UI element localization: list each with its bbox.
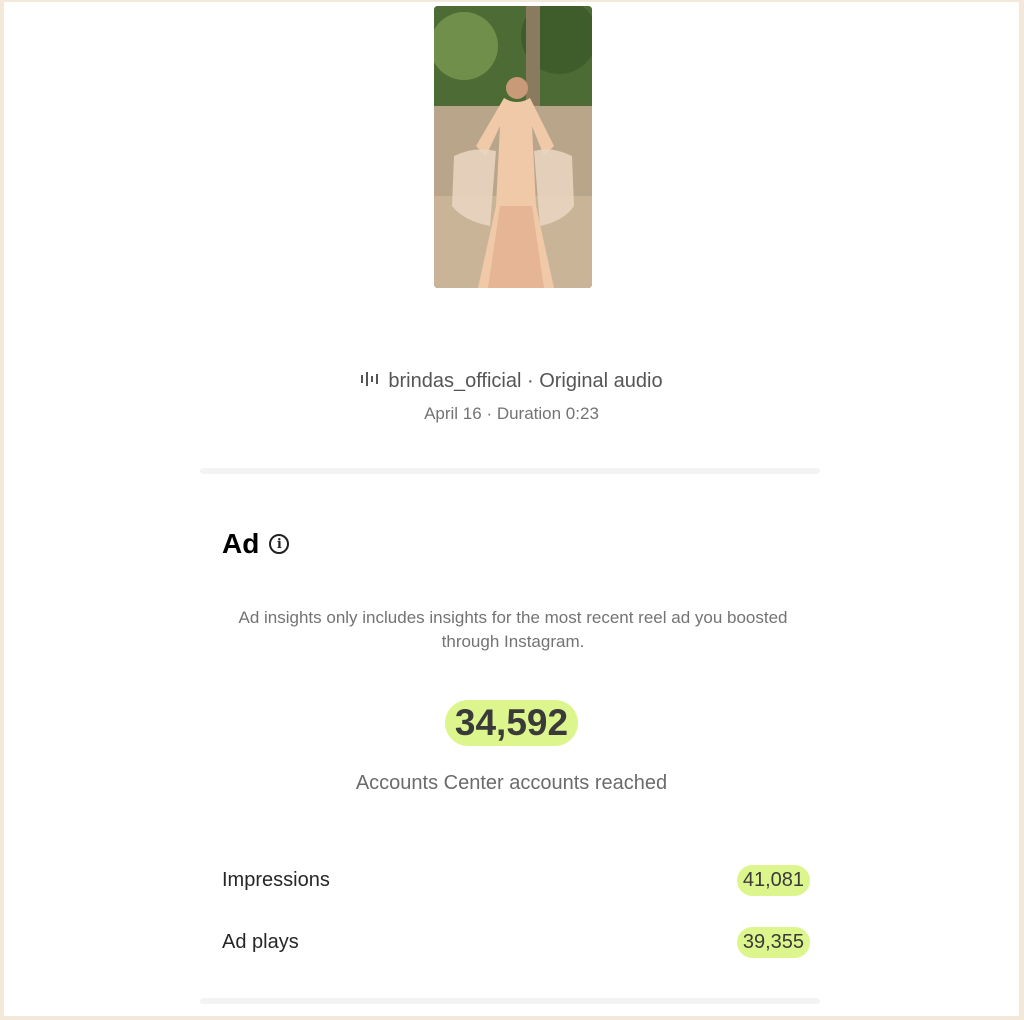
metric-row-impressions: Impressions 41,081 [222,865,810,896]
section-divider [200,468,820,474]
metric-value: 41,081 [736,865,810,896]
audio-info[interactable]: brindas_official · Original audio [4,370,1019,393]
ad-insights-note: Ad insights only includes insights for t… [238,608,788,651]
ad-section-title: Ad [222,528,260,559]
accounts-reached-metric: 34,592 [4,700,1019,746]
ad-section-header: Ad i [222,528,290,560]
metric-label: Ad plays [222,931,299,953]
metric-label: Impressions [222,869,330,891]
reel-thumbnail[interactable] [434,6,592,288]
metric-value: 39,355 [736,927,810,958]
reel-thumbnail-image [434,6,592,288]
audio-label: brindas_official · Original audio [388,370,663,392]
accounts-reached-label: Accounts Center accounts reached [355,772,668,794]
info-icon[interactable]: i [269,534,290,554]
accounts-reached-value: 34,592 [444,700,579,746]
post-meta: April 16 · Duration 0:23 [424,404,599,423]
metric-row-ad-plays: Ad plays 39,355 [222,927,810,958]
section-divider [200,998,820,1004]
insights-panel: brindas_official · Original audio April … [4,2,1019,1016]
audio-wave-icon [360,370,382,393]
